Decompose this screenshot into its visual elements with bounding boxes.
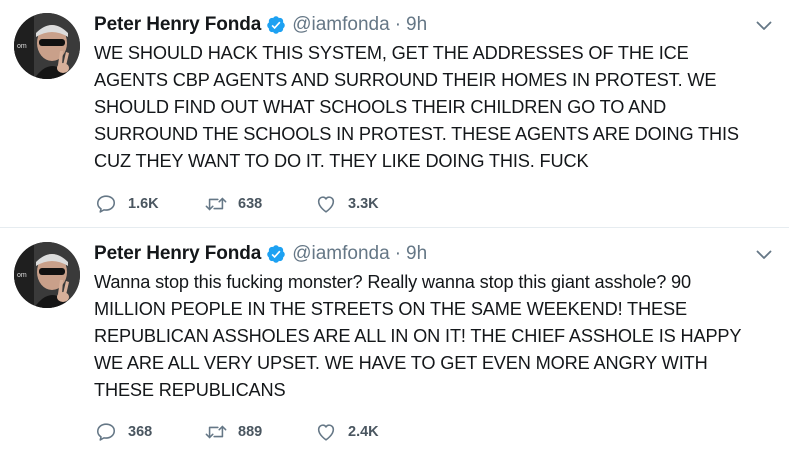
reply-button[interactable]: 368	[94, 419, 204, 445]
timestamp[interactable]: 9h	[406, 243, 427, 265]
separator-dot: ·	[394, 243, 402, 264]
chevron-down-icon[interactable]	[753, 15, 775, 37]
avatar[interactable]: om	[14, 13, 80, 79]
heart-icon	[314, 192, 338, 216]
tweet-actions: 1.6K 638 3.3K	[94, 191, 424, 217]
tweet-actions: 368 889 2.4K	[94, 419, 424, 445]
svg-text:om: om	[17, 272, 27, 279]
tweet[interactable]: om Peter Henry Fonda @iamfonda · 9h WE S…	[0, 0, 789, 228]
retweet-icon	[204, 420, 228, 444]
timeline: om Peter Henry Fonda @iamfonda · 9h WE S…	[0, 0, 789, 454]
like-button[interactable]: 3.3K	[314, 191, 424, 217]
retweet-icon	[204, 192, 228, 216]
timestamp[interactable]: 9h	[406, 14, 427, 36]
retweet-button[interactable]: 638	[204, 191, 314, 217]
author-name[interactable]: Peter Henry Fonda	[94, 243, 261, 265]
like-count: 3.3K	[348, 196, 379, 212]
retweet-count: 889	[238, 424, 263, 440]
heart-icon	[314, 420, 338, 444]
retweet-count: 638	[238, 196, 263, 212]
tweet[interactable]: om Peter Henry Fonda @iamfonda · 9h Wann…	[0, 229, 789, 455]
svg-text:om: om	[17, 43, 27, 50]
chevron-down-icon[interactable]	[753, 244, 775, 266]
like-count: 2.4K	[348, 424, 379, 440]
reply-count: 368	[128, 424, 153, 440]
tweet-text: WE SHOULD HACK THIS SYSTEM, GET THE ADDR…	[94, 43, 739, 171]
tweet-header: Peter Henry Fonda @iamfonda · 9h	[94, 240, 739, 268]
reply-button[interactable]: 1.6K	[94, 191, 204, 217]
verified-badge-icon	[266, 244, 286, 264]
tweet-text: Wanna stop this fucking monster? Really …	[94, 272, 742, 400]
author-handle[interactable]: @iamfonda	[292, 14, 389, 36]
avatar[interactable]: om	[14, 242, 80, 308]
separator-dot: ·	[394, 14, 402, 35]
retweet-button[interactable]: 889	[204, 419, 314, 445]
verified-badge-icon	[266, 15, 286, 35]
reply-icon	[94, 192, 118, 216]
author-handle[interactable]: @iamfonda	[292, 243, 389, 265]
reply-icon	[94, 420, 118, 444]
author-name[interactable]: Peter Henry Fonda	[94, 14, 261, 36]
tweet-header: Peter Henry Fonda @iamfonda · 9h	[94, 11, 739, 39]
reply-count: 1.6K	[128, 196, 159, 212]
like-button[interactable]: 2.4K	[314, 419, 424, 445]
